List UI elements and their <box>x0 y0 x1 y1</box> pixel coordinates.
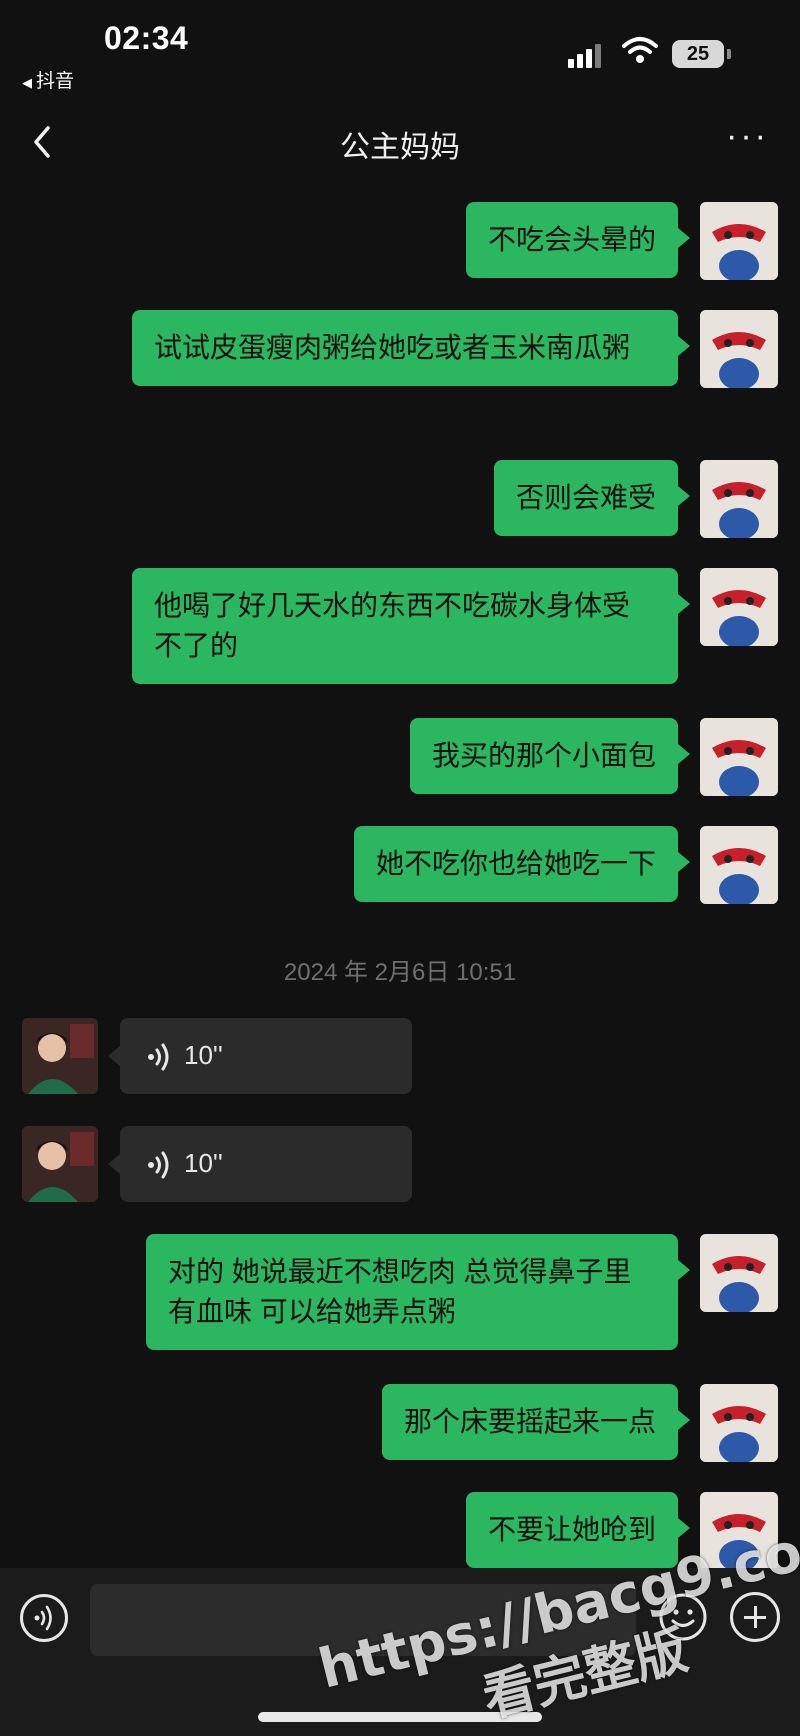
my-avatar[interactable] <box>700 568 778 646</box>
my-avatar[interactable] <box>700 1384 778 1462</box>
my-avatar[interactable] <box>700 1234 778 1312</box>
my-avatar[interactable] <box>700 460 778 538</box>
masked-cat-avatar-icon <box>700 568 778 646</box>
masked-cat-avatar-icon <box>700 1234 778 1312</box>
my-avatar[interactable] <box>700 202 778 280</box>
voice-input-button[interactable] <box>20 1594 68 1642</box>
masked-cat-avatar-icon <box>700 202 778 280</box>
outgoing-message[interactable]: 否则会难受 <box>493 460 691 536</box>
wifi-icon <box>622 37 658 63</box>
voice-waves-icon <box>148 1043 169 1071</box>
contact-avatar[interactable] <box>22 1018 98 1094</box>
outgoing-message[interactable]: 她不吃你也给她吃一下 <box>353 826 691 902</box>
voice-duration: 10'' <box>184 1040 223 1070</box>
masked-cat-avatar-icon <box>700 310 778 388</box>
outgoing-message[interactable]: 他喝了好几天水的东西不吃碳水身体受不了的 <box>132 568 690 684</box>
my-avatar[interactable] <box>700 310 778 388</box>
masked-cat-avatar-icon <box>700 1384 778 1462</box>
voice-waves-icon <box>34 1605 52 1631</box>
woman-avatar-icon <box>22 1018 98 1094</box>
outgoing-message[interactable]: 不吃会头晕的 <box>465 202 691 278</box>
outgoing-message[interactable]: 对的 她说最近不想吃肉 总觉得鼻子里有血味 可以给她弄点粥 <box>146 1234 690 1350</box>
chat-title: 公主妈妈 <box>340 131 460 164</box>
status-time: 02:34 <box>104 20 189 56</box>
status-bar: 02:34 ◀ 抖音 25 <box>0 0 800 100</box>
back-to-app-link[interactable]: ◀ 抖音 <box>22 66 74 93</box>
outgoing-message[interactable]: 那个床要摇起来一点 <box>381 1384 691 1460</box>
masked-cat-avatar-icon <box>700 718 778 796</box>
back-app-label: 抖音 <box>36 71 75 92</box>
chat-header: 公主妈妈 ··· <box>0 100 800 184</box>
voice-duration: 10'' <box>184 1148 223 1178</box>
outgoing-message[interactable]: 试试皮蛋瘦肉粥给她吃或者玉米南瓜粥 <box>132 310 690 386</box>
add-attachment-button[interactable] <box>730 1592 780 1642</box>
woman-avatar-icon <box>22 1126 98 1202</box>
incoming-voice-message[interactable]: 10'' <box>108 1126 412 1202</box>
my-avatar[interactable] <box>700 718 778 796</box>
outgoing-message[interactable]: 我买的那个小面包 <box>409 718 691 794</box>
my-avatar[interactable] <box>700 826 778 904</box>
message-timestamp: 2024 年 2月6日 10:51 <box>283 959 517 986</box>
voice-waves-icon <box>148 1151 169 1179</box>
masked-cat-avatar-icon <box>700 460 778 538</box>
cellular-signal-icon <box>568 40 608 68</box>
battery-indicator: 25 <box>672 40 731 68</box>
incoming-voice-message[interactable]: 10'' <box>108 1018 412 1094</box>
back-triangle-icon: ◀ <box>22 75 32 90</box>
more-options-icon[interactable]: ··· <box>726 119 770 154</box>
masked-cat-avatar-icon <box>700 826 778 904</box>
contact-avatar[interactable] <box>22 1126 98 1202</box>
